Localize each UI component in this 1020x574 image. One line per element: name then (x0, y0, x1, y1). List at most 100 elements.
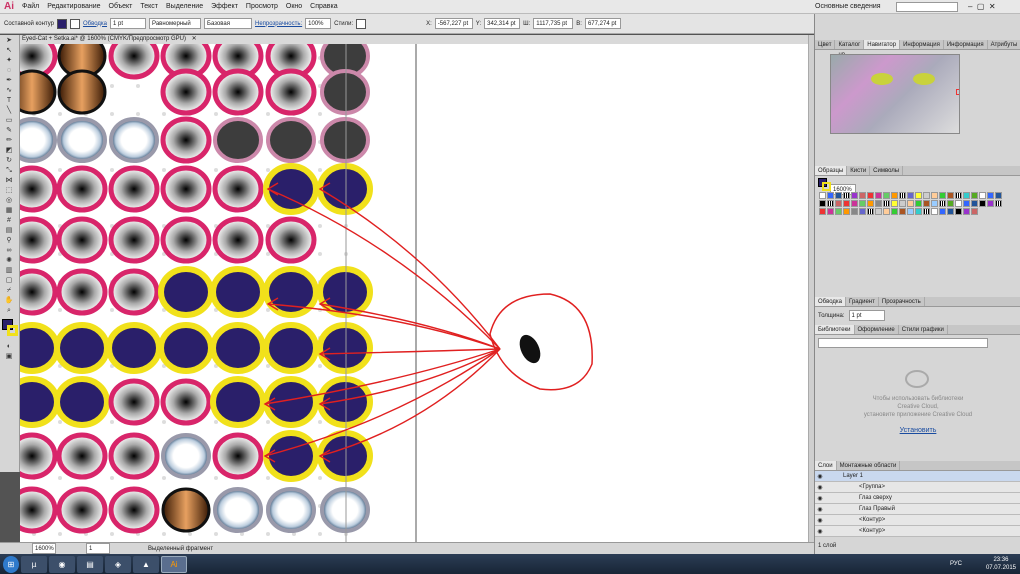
width-tool-icon[interactable]: ⋈ (4, 176, 14, 185)
rotate-tool-icon[interactable]: ↻ (4, 156, 14, 165)
tab-layers[interactable]: Слои (815, 461, 837, 470)
eye-selected-navy[interactable] (54, 376, 110, 428)
eye-pink-gradient[interactable] (212, 432, 264, 480)
layer-row[interactable]: ◉ <Контур> (815, 526, 1020, 537)
opacity-label[interactable]: Непрозрачность: (255, 21, 302, 27)
tab-symbols[interactable]: Символы (870, 166, 904, 175)
scale-tool-icon[interactable]: ⤡ (4, 166, 14, 175)
swatch-item[interactable] (995, 200, 1002, 207)
zoom-tool-icon[interactable]: ⌕ (4, 306, 14, 315)
eye-pink-gradient[interactable] (212, 68, 264, 116)
document-tab[interactable]: Eyed-Cat + Setka.ai* @ 1600% (CMYK/Предп… (20, 35, 810, 44)
grid-dot[interactable] (266, 224, 270, 228)
shape-builder-icon[interactable]: ◎ (4, 196, 14, 205)
hand-tool-icon[interactable]: ✋ (4, 296, 14, 305)
swatch-item[interactable] (883, 200, 890, 207)
swatch-item[interactable] (939, 208, 946, 215)
swatch-item[interactable] (955, 200, 962, 207)
eye-pink-gradient[interactable] (56, 165, 108, 213)
menu-help[interactable]: Справка (306, 0, 341, 14)
brush-definition[interactable]: Базовая (204, 18, 253, 29)
swatch-item[interactable] (931, 208, 938, 215)
layer-row[interactable]: ◉ <Контур> (815, 515, 1020, 526)
eye-selected-navy[interactable] (210, 322, 266, 374)
height-field[interactable]: 677,274 pt (584, 18, 621, 29)
eye-copper[interactable] (57, 69, 107, 115)
eye-pink-gradient[interactable] (160, 68, 212, 116)
eye-pink-gradient[interactable] (265, 216, 317, 264)
swatch-item[interactable] (851, 200, 858, 207)
eye-blue-rim[interactable] (266, 487, 316, 533)
swatch-item[interactable] (899, 200, 906, 207)
eye-selected-navy[interactable] (106, 322, 162, 374)
current-stroke-swatch[interactable] (822, 182, 831, 191)
grid-dot[interactable] (214, 532, 218, 536)
swatch-item[interactable] (995, 192, 1002, 199)
eye-blue-rim[interactable] (57, 117, 107, 163)
eyedropper-icon[interactable]: ⚲ (4, 236, 14, 245)
illustrator-taskbar-icon[interactable]: Ai (161, 555, 187, 573)
menu-window[interactable]: Окно (282, 0, 306, 14)
grid-dot[interactable] (162, 532, 166, 536)
grid-dot[interactable] (266, 168, 270, 172)
eye-pink-gradient[interactable] (108, 165, 160, 213)
stroke-width-field[interactable]: 1 pt (110, 18, 147, 29)
clock-date[interactable]: 07.07.2015 (986, 564, 1016, 572)
layer-row[interactable]: ◉ Глаз сверху (815, 493, 1020, 504)
grid-dot[interactable] (58, 112, 62, 116)
symbol-sprayer-icon[interactable]: ✺ (4, 256, 14, 265)
menu-type[interactable]: Текст (136, 0, 162, 14)
eye-pink-gradient[interactable] (20, 268, 58, 316)
grid-dot[interactable] (162, 168, 166, 172)
eye-selected-navy[interactable] (158, 266, 214, 318)
drawing-modes-icon[interactable]: ◐ (4, 342, 14, 351)
width-field[interactable]: 1117,735 pt (533, 18, 574, 29)
layer-row[interactable]: ◉ Глаз Правый (815, 504, 1020, 515)
grid-dot[interactable] (266, 112, 270, 116)
visibility-eye-icon[interactable]: ◉ (815, 506, 825, 513)
swatch-item[interactable] (891, 200, 898, 207)
swatch-item[interactable] (843, 200, 850, 207)
grid-dot[interactable] (318, 168, 322, 172)
swatch-item[interactable] (915, 200, 922, 207)
stroke-swatch[interactable] (69, 18, 80, 29)
grid-dot[interactable] (266, 308, 270, 312)
zoom-field[interactable]: 1600% (32, 543, 56, 554)
swatch-item[interactable] (939, 192, 946, 199)
eye-copper[interactable] (161, 487, 211, 533)
eye-selected-navy[interactable] (317, 322, 373, 374)
install-cc-link[interactable]: Установить (815, 427, 1020, 435)
menu-select[interactable]: Выделение (162, 0, 207, 14)
visibility-eye-icon[interactable]: ◉ (815, 528, 825, 535)
rectangle-tool-icon[interactable]: ▭ (4, 116, 14, 125)
swatch-item[interactable] (899, 192, 906, 199)
grid-dot[interactable] (266, 420, 270, 424)
perspective-grid-icon[interactable]: ▦ (4, 206, 14, 215)
eraser-icon[interactable]: ◩ (4, 146, 14, 155)
eye-pink-gradient[interactable] (20, 432, 58, 480)
artboard-tool-icon[interactable]: ▢ (4, 276, 14, 285)
free-transform-icon[interactable]: ⬚ (4, 186, 14, 195)
swatch-item[interactable] (971, 192, 978, 199)
swatch-item[interactable] (819, 192, 826, 199)
swatch-item[interactable] (851, 208, 858, 215)
eye-copper[interactable] (20, 69, 57, 115)
grid-dot[interactable] (318, 532, 322, 536)
swatch-item[interactable] (867, 192, 874, 199)
grid-dot[interactable] (318, 420, 322, 424)
swatch-item[interactable] (971, 200, 978, 207)
variable-width-profile[interactable]: Равномерный (149, 18, 202, 29)
swatch-item[interactable] (859, 208, 866, 215)
eye-selected-navy[interactable] (263, 322, 319, 374)
grid-dot[interactable] (266, 364, 270, 368)
grid-dot[interactable] (188, 532, 192, 536)
grid-dot[interactable] (214, 420, 218, 424)
eye-selected-navy[interactable] (210, 266, 266, 318)
explorer-icon[interactable]: ▤ (77, 555, 103, 573)
grid-dot[interactable] (318, 364, 322, 368)
swatch-item[interactable] (883, 208, 890, 215)
swatch-item[interactable] (899, 208, 906, 215)
scribble-loop[interactable] (489, 293, 593, 391)
eye-dark[interactable] (213, 117, 263, 163)
eye-pink-gradient[interactable] (56, 216, 108, 264)
